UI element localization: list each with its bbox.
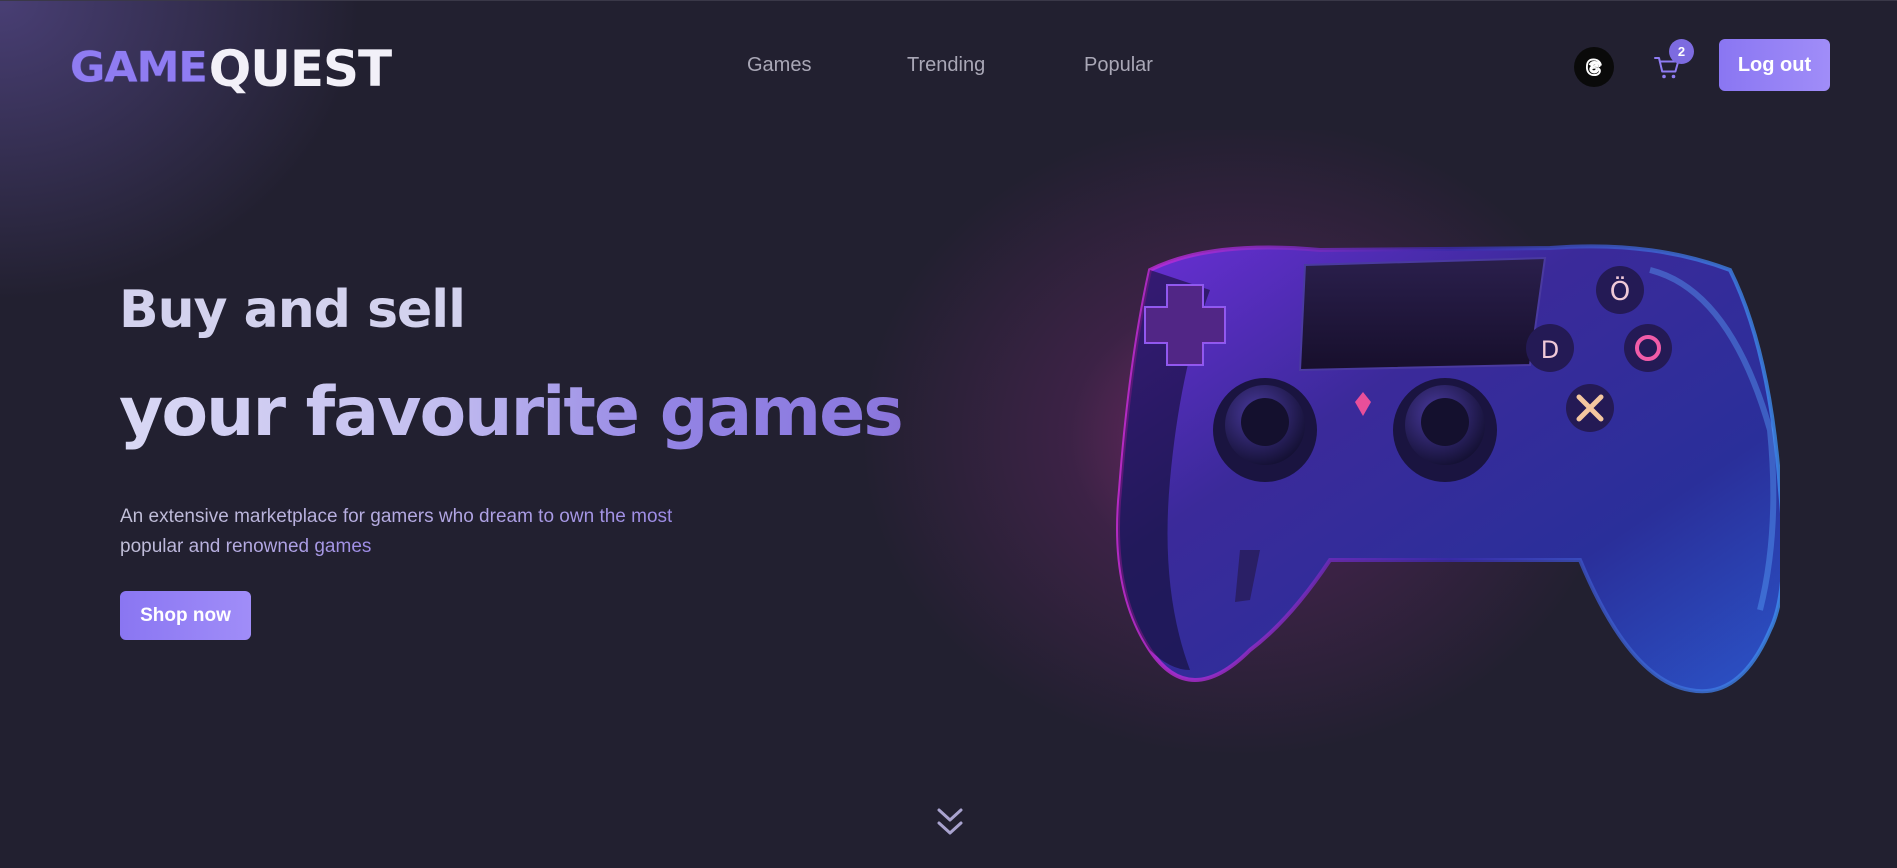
threads-button[interactable] xyxy=(1574,47,1614,87)
top-border xyxy=(0,0,1897,1)
hero-description-line1: An extensive marketplace for gamers who … xyxy=(120,506,673,527)
cart-count-badge: 2 xyxy=(1669,39,1694,64)
hero-title-line2: your favourite games xyxy=(119,373,904,452)
double-chevron-down-icon[interactable] xyxy=(934,805,966,841)
hero-title-line1: Buy and sell xyxy=(119,280,466,340)
threads-icon xyxy=(1585,58,1602,77)
shop-now-button[interactable]: Shop now xyxy=(120,591,251,640)
page: GAME QUEST Games Trending Popular 2 Log … xyxy=(0,0,1897,868)
logout-button[interactable]: Log out xyxy=(1719,39,1830,91)
nav-link-popular[interactable]: Popular xyxy=(1084,54,1153,77)
hero-description: An extensive marketplace for gamers who … xyxy=(120,502,740,562)
svg-text:Ö: Ö xyxy=(1610,275,1630,307)
hero-description-line2: popular and renowned games xyxy=(120,536,372,557)
nav-link-trending[interactable]: Trending xyxy=(907,54,985,77)
svg-text:D: D xyxy=(1541,336,1559,364)
nav-link-games[interactable]: Games xyxy=(747,54,811,77)
game-controller-image: Ö D xyxy=(1116,244,1780,694)
